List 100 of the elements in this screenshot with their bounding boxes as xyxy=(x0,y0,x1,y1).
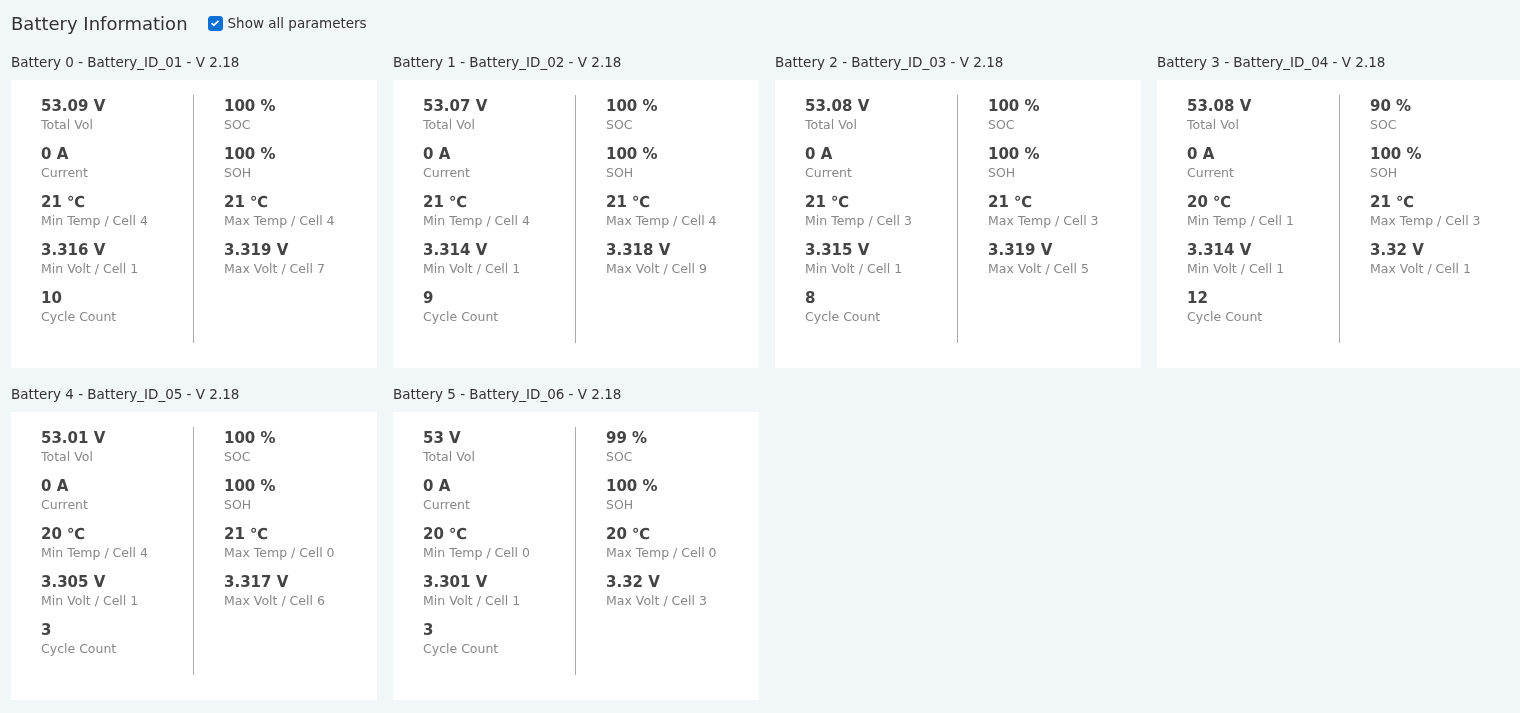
metric-value: 21 ℃ xyxy=(1370,193,1416,211)
metric-value: 53.08 V xyxy=(805,97,871,115)
metric-value: 3 xyxy=(41,621,53,639)
metric-value: 0 A xyxy=(423,145,452,163)
metric-label: SOC xyxy=(224,117,252,132)
metric-label: Cycle Count xyxy=(805,309,882,324)
metric-label: Min Temp / Cell 4 xyxy=(41,545,149,560)
metric-label: Cycle Count xyxy=(423,641,500,656)
metric-value: 100 % xyxy=(1370,145,1423,163)
metric-label: SOH xyxy=(988,165,1017,180)
metric-value: 90 % xyxy=(1370,97,1413,115)
metric-value: 3.318 V xyxy=(606,241,672,259)
metric-value: 21 ℃ xyxy=(423,193,469,211)
metric-label: SOC xyxy=(224,449,252,464)
metric-label: Max Volt / Cell 9 xyxy=(606,261,708,276)
metric-label: SOH xyxy=(1370,165,1399,180)
battery-title: Battery 1 - Battery_ID_02 - V 2.18 xyxy=(393,54,623,72)
metric-value: 21 ℃ xyxy=(224,193,270,211)
metric-label: Total Vol xyxy=(423,117,476,132)
metric-value: 53 V xyxy=(423,429,462,447)
metric-label: Max Temp / Cell 3 xyxy=(1370,213,1482,228)
metric-label: Min Volt / Cell 1 xyxy=(423,261,522,276)
metric-value: 3.32 V xyxy=(606,573,661,591)
metric-label: Min Temp / Cell 4 xyxy=(423,213,531,228)
metric-label: Min Temp / Cell 0 xyxy=(423,545,531,560)
metric-value: 21 ℃ xyxy=(41,193,87,211)
battery-title: Battery 5 - Battery_ID_06 - V 2.18 xyxy=(393,386,623,404)
battery-title: Battery 2 - Battery_ID_03 - V 2.18 xyxy=(775,54,1005,72)
metric-value: 53.07 V xyxy=(423,97,489,115)
metric-label: Max Volt / Cell 7 xyxy=(224,261,326,276)
show-all-checkbox[interactable] xyxy=(207,15,223,31)
metric-value: 3.301 V xyxy=(423,573,489,591)
metric-value: 21 ℃ xyxy=(606,193,652,211)
metric-label: Max Temp / Cell 4 xyxy=(224,213,336,228)
metric-label: Max Volt / Cell 6 xyxy=(224,593,326,608)
page-title: Battery Information xyxy=(11,12,188,34)
metric-value: 0 A xyxy=(41,145,70,163)
metric-value: 21 ℃ xyxy=(224,525,270,543)
metric-label: Min Temp / Cell 4 xyxy=(41,213,149,228)
metric-label: Max Temp / Cell 0 xyxy=(224,545,336,560)
metric-label: Cycle Count xyxy=(1187,309,1264,324)
metric-value: 3.315 V xyxy=(805,241,871,259)
metric-label: SOC xyxy=(988,117,1016,132)
metric-label: Current xyxy=(805,165,853,180)
battery-title: Battery 4 - Battery_ID_05 - V 2.18 xyxy=(11,386,241,404)
metric-label: Total Vol xyxy=(805,117,858,132)
metric-label: Min Volt / Cell 1 xyxy=(805,261,904,276)
metric-value: 3.32 V xyxy=(1370,241,1425,259)
metric-label: Min Temp / Cell 1 xyxy=(1187,213,1295,228)
metric-value: 20 ℃ xyxy=(41,525,87,543)
metric-value: 3.305 V xyxy=(41,573,107,591)
metric-value: 0 A xyxy=(805,145,834,163)
metric-label: Cycle Count xyxy=(423,309,500,324)
metric-value: 53.08 V xyxy=(1187,97,1253,115)
metric-value: 100 % xyxy=(224,477,277,495)
metric-value: 0 A xyxy=(423,477,452,495)
metric-label: SOH xyxy=(224,497,253,512)
metric-value: 3.319 V xyxy=(224,241,290,259)
metric-label: Current xyxy=(41,165,89,180)
metric-label: Min Volt / Cell 1 xyxy=(41,593,140,608)
metric-value: 20 ℃ xyxy=(1187,193,1233,211)
metric-label: Total Vol xyxy=(41,117,94,132)
metric-value: 53.09 V xyxy=(41,97,107,115)
metric-value: 3.314 V xyxy=(1187,241,1253,259)
metric-value: 10 xyxy=(41,289,63,307)
metric-value: 9 xyxy=(423,289,435,307)
metric-label: SOH xyxy=(606,165,635,180)
metric-label: Max Temp / Cell 4 xyxy=(606,213,718,228)
metric-value: 100 % xyxy=(606,477,659,495)
metric-value: 100 % xyxy=(224,429,277,447)
metric-value: 21 ℃ xyxy=(988,193,1034,211)
metric-label: Cycle Count xyxy=(41,641,118,656)
metric-label: SOC xyxy=(606,449,634,464)
metric-label: Current xyxy=(41,497,89,512)
metric-value: 100 % xyxy=(224,145,277,163)
metric-value: 0 A xyxy=(41,477,70,495)
metric-value: 100 % xyxy=(988,145,1041,163)
metric-value: 3.317 V xyxy=(224,573,290,591)
check-icon xyxy=(209,17,222,29)
metric-label: Current xyxy=(423,165,471,180)
metric-label: Min Volt / Cell 1 xyxy=(1187,261,1286,276)
metric-label: SOH xyxy=(224,165,253,180)
metric-label: Current xyxy=(1187,165,1235,180)
checkbox-label[interactable]: Show all parameters xyxy=(227,15,367,31)
metric-label: Min Volt / Cell 1 xyxy=(41,261,140,276)
metric-label: Current xyxy=(423,497,471,512)
metric-value: 3.319 V xyxy=(988,241,1054,259)
metric-value: 20 ℃ xyxy=(606,525,652,543)
metric-value: 3.316 V xyxy=(41,241,107,259)
metric-label: Max Temp / Cell 3 xyxy=(988,213,1100,228)
metric-label: Total Vol xyxy=(1187,117,1240,132)
metric-value: 12 xyxy=(1187,289,1209,307)
metric-label: Max Temp / Cell 0 xyxy=(606,545,718,560)
metric-value: 100 % xyxy=(606,97,659,115)
metric-value: 100 % xyxy=(988,97,1041,115)
metric-value: 8 xyxy=(805,289,817,307)
metric-label: SOH xyxy=(606,497,635,512)
metric-label: Max Volt / Cell 5 xyxy=(988,261,1090,276)
metric-label: Min Volt / Cell 1 xyxy=(423,593,522,608)
metric-label: Total Vol xyxy=(423,449,476,464)
